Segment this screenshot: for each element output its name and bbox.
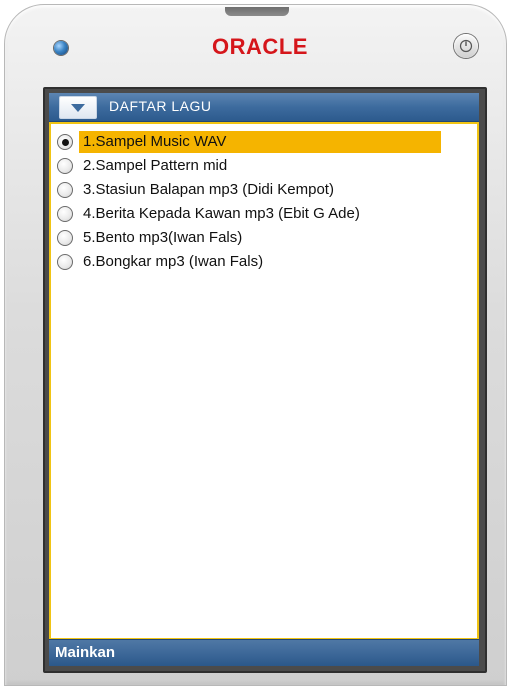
song-item-2[interactable]: 2.Sampel Pattern mid <box>57 154 477 178</box>
speaker-notch <box>225 7 289 16</box>
screen-frame: DAFTAR LAGU 1.Sampel Music WAV 2.Sampel … <box>43 87 487 673</box>
radio-button-checked[interactable] <box>57 134 73 150</box>
song-label: 6.Bongkar mp3 (Iwan Fals) <box>83 253 264 270</box>
song-label: 4.Berita Kepada Kawan mp3 (Ebit G Ade) <box>83 205 360 222</box>
song-label: 3.Stasiun Balapan mp3 (Didi Kempot) <box>83 181 334 198</box>
song-list-container: 1.Sampel Music WAV 2.Sampel Pattern mid … <box>49 122 479 640</box>
screen-title: DAFTAR LAGU <box>109 98 212 114</box>
screen: DAFTAR LAGU 1.Sampel Music WAV 2.Sampel … <box>49 93 479 666</box>
song-label: 1.Sampel Music WAV <box>79 131 441 153</box>
phone-emulator: ORACLE DAFTAR LAGU 1.Sampel Music WAV 2.… <box>4 4 507 686</box>
song-list: 1.Sampel Music WAV 2.Sampel Pattern mid … <box>51 124 477 274</box>
song-label: 5.Bento mp3(Iwan Fals) <box>83 229 243 246</box>
softkey-bar: Mainkan <box>49 639 479 666</box>
power-icon <box>459 39 473 53</box>
song-label: 2.Sampel Pattern mid <box>83 157 228 174</box>
chevron-down-icon <box>71 103 85 112</box>
menu-dropdown-button[interactable] <box>59 96 97 119</box>
song-item-5[interactable]: 5.Bento mp3(Iwan Fals) <box>57 226 477 250</box>
play-softkey[interactable]: Mainkan <box>55 644 115 661</box>
radio-button[interactable] <box>57 158 73 174</box>
power-button[interactable] <box>454 34 478 58</box>
radio-button[interactable] <box>57 182 73 198</box>
song-item-3[interactable]: 3.Stasiun Balapan mp3 (Didi Kempot) <box>57 178 477 202</box>
song-item-6[interactable]: 6.Bongkar mp3 (Iwan Fals) <box>57 250 477 274</box>
radio-button[interactable] <box>57 254 73 270</box>
radio-button[interactable] <box>57 206 73 222</box>
status-led-icon <box>54 41 68 55</box>
song-item-1[interactable]: 1.Sampel Music WAV <box>57 130 477 154</box>
radio-button[interactable] <box>57 230 73 246</box>
brand-logo: ORACLE <box>212 34 308 59</box>
song-item-4[interactable]: 4.Berita Kepada Kawan mp3 (Ebit G Ade) <box>57 202 477 226</box>
title-bar: DAFTAR LAGU <box>49 93 479 122</box>
